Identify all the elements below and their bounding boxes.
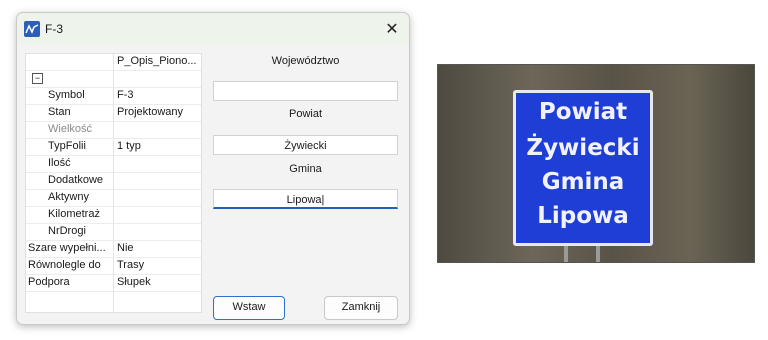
property-value[interactable]: Trasy xyxy=(117,259,200,271)
property-name: TypFolii xyxy=(48,140,86,152)
property-name: Aktywny xyxy=(48,191,89,203)
wojewodztwo-field[interactable] xyxy=(213,81,398,101)
property-name: Dodatkowe xyxy=(48,174,104,186)
table-row[interactable]: Kilometraż xyxy=(26,207,201,224)
property-value[interactable]: 1 typ xyxy=(117,140,200,152)
property-value[interactable]: F-3 xyxy=(117,89,200,101)
sign-line: Gmina xyxy=(541,169,625,195)
dialog-title: F-3 xyxy=(45,22,63,36)
table-row[interactable]: Symbol F-3 xyxy=(26,88,201,105)
sign-line: Lipowa xyxy=(537,203,629,229)
property-name: Wielkość xyxy=(48,123,93,135)
table-row[interactable]: Podpora Słupek xyxy=(26,275,201,292)
property-name: Symbol xyxy=(48,89,85,101)
property-name: Kilometraż xyxy=(48,208,100,220)
property-grid: P_Opis_Piono... − Symbol F-3 Stan Projek… xyxy=(25,53,202,313)
sign-photo: Powiat Żywiecki Gmina Lipowa xyxy=(437,64,755,263)
sign-line: Żywiecki xyxy=(526,135,640,161)
grid-category-row: − xyxy=(26,71,201,88)
title-bar: F-3 ✕ xyxy=(17,13,409,45)
table-row[interactable]: Szare wypełni... Nie xyxy=(26,241,201,258)
close-button[interactable]: Zamknij xyxy=(324,296,398,320)
collapse-icon[interactable]: − xyxy=(32,73,43,84)
property-value[interactable]: Nie xyxy=(117,242,200,254)
gmina-field[interactable]: Lipowa| xyxy=(213,189,398,209)
table-row[interactable]: Równolegle do Trasy xyxy=(26,258,201,275)
property-name: NrDrogi xyxy=(48,225,86,237)
property-name: Równolegle do xyxy=(28,259,101,271)
sign-line: Powiat xyxy=(538,99,628,125)
table-row[interactable]: Ilość xyxy=(26,156,201,173)
property-name: Szare wypełni... xyxy=(28,242,106,254)
close-icon[interactable]: ✕ xyxy=(379,17,405,41)
property-name: Stan xyxy=(48,106,71,118)
property-name: Ilość xyxy=(48,157,71,169)
property-value[interactable]: Słupek xyxy=(117,276,200,288)
app-icon xyxy=(24,21,40,37)
table-row[interactable]: Dodatkowe xyxy=(26,173,201,190)
table-row[interactable]: Wielkość xyxy=(26,122,201,139)
gmina-label: Gmina xyxy=(289,163,322,175)
table-row[interactable]: Aktywny xyxy=(26,190,201,207)
powiat-field[interactable]: Żywiecki xyxy=(213,135,398,155)
dialog-window: F-3 ✕ P_Opis_Piono... − Symbol F-3 Stan … xyxy=(16,12,410,325)
powiat-label: Powiat xyxy=(288,108,323,120)
property-name: Podpora xyxy=(28,276,70,288)
table-row[interactable]: NrDrogi xyxy=(26,224,201,241)
table-row[interactable]: TypFolii 1 typ xyxy=(26,139,201,156)
property-value[interactable]: Projektowany xyxy=(117,106,200,118)
insert-button[interactable]: Wstaw xyxy=(213,296,285,320)
wojewodztwo-label: Województwo xyxy=(271,55,340,67)
road-sign: Powiat Żywiecki Gmina Lipowa xyxy=(513,90,653,246)
grid-header-row: P_Opis_Piono... xyxy=(26,54,201,71)
grid-header-value: P_Opis_Piono... xyxy=(117,55,197,67)
table-row[interactable]: Stan Projektowany xyxy=(26,105,201,122)
